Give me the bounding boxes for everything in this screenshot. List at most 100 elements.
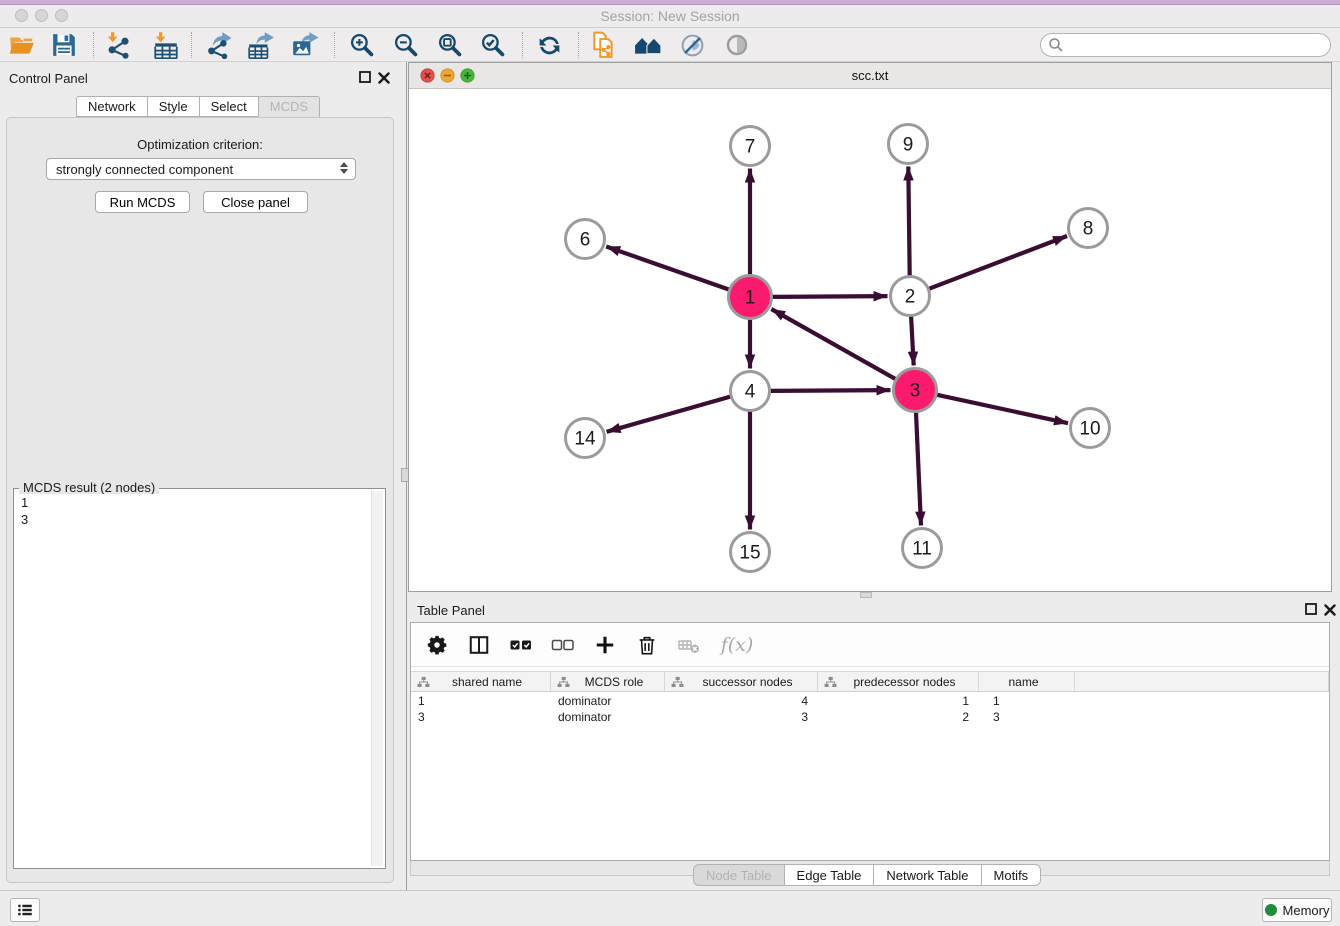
select-all-icon[interactable] — [507, 631, 535, 659]
graph-node-3[interactable]: 3 — [894, 369, 937, 412]
graph-node-14[interactable]: 14 — [566, 419, 605, 458]
tab-mcds[interactable]: MCDS — [258, 96, 320, 117]
cell-successor-nodes[interactable]: 3 — [665, 709, 818, 725]
graph-node-7[interactable]: 7 — [731, 127, 770, 166]
tab-edge-table[interactable]: Edge Table — [784, 864, 875, 886]
graph-node-2[interactable]: 2 — [891, 277, 930, 316]
table-tabs: Node Table Edge Table Network Table Moti… — [693, 864, 1041, 886]
close-panel-icon[interactable] — [376, 70, 391, 85]
tab-select[interactable]: Select — [199, 96, 259, 117]
graph-edge-2-3[interactable] — [911, 317, 914, 366]
column-header-name[interactable]: name — [979, 672, 1075, 691]
add-column-icon[interactable] — [591, 631, 619, 659]
import-network-icon[interactable] — [103, 30, 133, 60]
home-icon[interactable] — [633, 30, 663, 60]
close-panel-button[interactable]: Close panel — [203, 191, 308, 213]
deselect-all-icon[interactable] — [549, 631, 577, 659]
graph-node-6[interactable]: 6 — [566, 220, 605, 259]
delete-column-icon[interactable] — [633, 631, 661, 659]
cell-mcds-role[interactable]: dominator — [551, 709, 665, 725]
float-panel-icon[interactable] — [1304, 602, 1318, 616]
cell-shared-name[interactable]: 1 — [411, 693, 551, 709]
vertical-splitter[interactable] — [400, 62, 407, 890]
cell-predecessor-nodes[interactable]: 2 — [818, 709, 979, 725]
criterion-value: strongly connected component — [56, 162, 233, 177]
mcds-result-title: MCDS result (2 nodes) — [19, 480, 159, 495]
graph-node-label: 2 — [905, 287, 916, 308]
table-settings-icon[interactable] — [423, 631, 451, 659]
memory-button[interactable]: Memory — [1262, 898, 1332, 922]
refresh-icon[interactable] — [534, 30, 564, 60]
open-session-icon[interactable] — [7, 30, 37, 60]
app-title: Session: New Session — [0, 8, 1340, 24]
column-header-shared-name[interactable]: shared name — [411, 672, 551, 691]
toolbar-separator — [522, 32, 523, 58]
search-icon — [1048, 37, 1064, 53]
cell-mcds-role[interactable]: dominator — [551, 693, 665, 709]
run-mcds-button[interactable]: Run MCDS — [95, 191, 190, 213]
tab-network[interactable]: Network — [76, 96, 148, 117]
graph-edge-2-8[interactable] — [929, 236, 1067, 289]
status-bar: Memory — [0, 890, 1340, 926]
graph-node-15[interactable]: 15 — [731, 533, 770, 572]
save-session-icon[interactable] — [49, 30, 79, 60]
tab-network-table[interactable]: Network Table — [873, 864, 981, 886]
graph-edge-4-14[interactable] — [607, 397, 731, 432]
graph-edge-4-3[interactable] — [771, 390, 891, 391]
float-panel-icon[interactable] — [358, 70, 372, 84]
network-view-window: scc.txt 7968124314101511 — [408, 62, 1332, 592]
cell-successor-nodes[interactable]: 4 — [665, 693, 818, 709]
graph-node-1[interactable]: 1 — [729, 276, 772, 319]
graph-node-11[interactable]: 11 — [903, 529, 942, 568]
import-table-icon[interactable] — [151, 30, 181, 60]
graph-node-label: 3 — [910, 381, 921, 402]
bird-eye-view-icon[interactable] — [722, 30, 752, 60]
result-scrollbar[interactable] — [371, 491, 383, 866]
table-row[interactable]: 3 dominator 3 2 3 — [411, 709, 1329, 725]
tab-node-table[interactable]: Node Table — [693, 864, 785, 886]
graph-node-9[interactable]: 9 — [889, 125, 928, 164]
export-table-icon[interactable] — [246, 30, 276, 60]
criterion-select[interactable]: strongly connected component — [46, 158, 356, 180]
cell-shared-name[interactable]: 3 — [411, 709, 551, 725]
select-stepper-icon — [340, 162, 348, 174]
column-header-predecessor-nodes[interactable]: predecessor nodes — [818, 672, 979, 691]
graph-edge-3-1[interactable] — [771, 309, 895, 379]
column-header-mcds-role[interactable]: MCDS role — [551, 672, 665, 691]
tab-motifs[interactable]: Motifs — [981, 864, 1042, 886]
graph-node-label: 10 — [1079, 419, 1100, 440]
export-image-icon[interactable] — [290, 30, 320, 60]
cell-predecessor-nodes[interactable]: 1 — [818, 693, 979, 709]
graph-edge-1-6[interactable] — [606, 247, 729, 290]
graph-node-8[interactable]: 8 — [1069, 209, 1108, 248]
zoom-in-icon[interactable] — [347, 30, 377, 60]
graph-edge-2-9[interactable] — [908, 167, 909, 276]
result-line: 3 — [21, 511, 371, 528]
column-header-successor-nodes[interactable]: successor nodes — [665, 672, 818, 691]
close-panel-icon[interactable] — [1322, 602, 1337, 617]
graph-node-4[interactable]: 4 — [731, 372, 770, 411]
zoom-fit-icon[interactable] — [435, 30, 465, 60]
zoom-out-icon[interactable] — [391, 30, 421, 60]
graph-edge-3-11[interactable] — [916, 413, 921, 526]
graph-edge-1-2[interactable] — [773, 296, 888, 297]
cell-filler — [1075, 693, 1329, 709]
mcds-result-text[interactable]: 1 3 — [16, 494, 371, 866]
hide-graphics-details-icon[interactable] — [677, 30, 707, 60]
cell-name[interactable]: 1 — [979, 693, 1075, 709]
search-input[interactable] — [1064, 36, 1330, 54]
zoom-selected-icon[interactable] — [478, 30, 508, 60]
tab-style[interactable]: Style — [147, 96, 200, 117]
export-network-icon[interactable] — [203, 30, 233, 60]
network-canvas[interactable]: 7 9 6 8 1 2 4 3 14 10 15 11 — [409, 89, 1331, 591]
task-history-icon[interactable] — [10, 898, 40, 922]
cell-name[interactable]: 3 — [979, 709, 1075, 725]
network-from-file-icon[interactable] — [589, 30, 619, 60]
graph-edge-3-10[interactable] — [937, 395, 1068, 423]
table-row[interactable]: 1 dominator 4 1 1 — [411, 693, 1329, 709]
graph-node-10[interactable]: 10 — [1071, 409, 1110, 448]
graph-node-label: 14 — [574, 429, 596, 450]
mcds-result-box: MCDS result (2 nodes) 1 3 — [13, 488, 386, 869]
app-titlebar: Session: New Session — [0, 0, 1340, 28]
column-layout-icon[interactable] — [465, 631, 493, 659]
